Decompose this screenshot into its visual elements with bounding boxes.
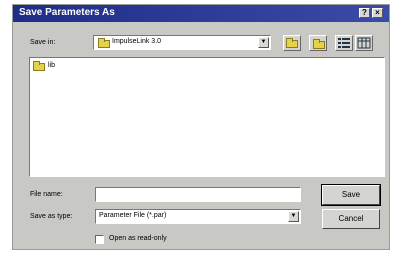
list-view-button[interactable]	[335, 35, 353, 51]
save-type-label: Save as type:	[30, 213, 73, 220]
save-button[interactable]: Save	[321, 184, 381, 206]
new-folder-button[interactable]	[309, 35, 327, 51]
folder-icon	[98, 38, 110, 48]
file-name-label: File name:	[30, 191, 63, 198]
close-button[interactable]: ×	[372, 8, 383, 18]
help-button[interactable]: ?	[359, 8, 370, 18]
file-list[interactable]: lib	[29, 57, 385, 177]
readonly-checkbox[interactable]	[95, 235, 104, 244]
save-parameters-dialog: Save Parameters As ? × Save in: ImpulseL…	[12, 4, 390, 250]
title-bar: Save Parameters As ? ×	[13, 5, 389, 22]
details-view-icon	[357, 37, 371, 49]
list-item-label: lib	[48, 62, 56, 69]
readonly-label[interactable]: Open as read-only	[109, 235, 167, 242]
save-in-label: Save in:	[30, 39, 56, 46]
new-folder-icon	[313, 39, 325, 49]
list-item[interactable]: lib	[33, 61, 73, 72]
chevron-down-icon[interactable]: ▼	[288, 211, 299, 222]
up-folder-icon	[286, 38, 298, 48]
save-type-value: Parameter File (*.par)	[99, 212, 167, 219]
list-view-icon	[338, 38, 350, 48]
save-in-value: ImpulseLink 3.0	[112, 38, 162, 45]
folder-icon	[33, 61, 45, 71]
details-view-button[interactable]	[355, 35, 373, 51]
cancel-button[interactable]: Cancel	[322, 209, 380, 229]
chevron-down-icon[interactable]: ▼	[258, 37, 269, 48]
save-in-combo[interactable]: ImpulseLink 3.0 ▼	[93, 35, 271, 50]
dialog-title: Save Parameters As	[19, 7, 115, 18]
save-type-select[interactable]: Parameter File (*.par) ▼	[95, 209, 301, 224]
up-one-level-button[interactable]	[283, 35, 301, 51]
file-name-field[interactable]	[95, 187, 301, 202]
